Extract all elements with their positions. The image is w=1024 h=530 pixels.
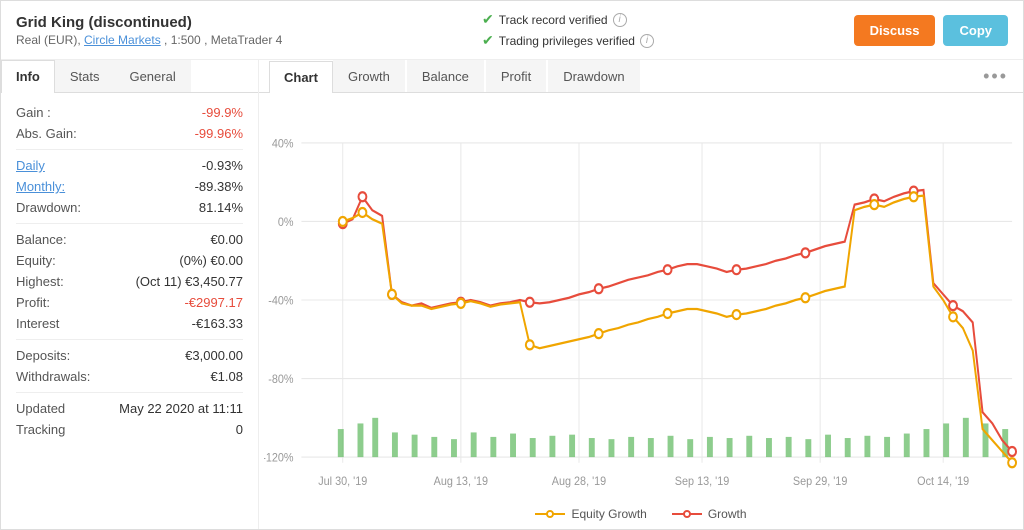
trading-privileges-info-icon[interactable]: i <box>640 34 654 48</box>
svg-text:Aug 28, '19: Aug 28, '19 <box>552 475 606 489</box>
svg-text:Sep 13, '19: Sep 13, '19 <box>675 475 729 489</box>
legend-growth: Growth <box>672 507 747 521</box>
track-record-verified: Track record verified <box>499 13 608 27</box>
deposits-label: Deposits: <box>16 348 70 363</box>
tab-info[interactable]: Info <box>1 60 55 93</box>
drawdown-label: Drawdown: <box>16 200 81 215</box>
monthly-link[interactable]: Monthly: <box>16 179 65 194</box>
tab-general[interactable]: General <box>114 60 190 92</box>
gain-label: Gain : <box>16 105 51 120</box>
chart-tab-balance[interactable]: Balance <box>407 60 484 92</box>
track-record-info-icon[interactable]: i <box>613 13 627 27</box>
legend-growth-label: Growth <box>708 507 747 521</box>
trading-privileges-check-icon: ✔ <box>482 32 494 49</box>
tracking-label: Tracking <box>16 422 65 437</box>
daily-value: -0.93% <box>202 158 243 173</box>
equity-label: Equity: <box>16 253 56 268</box>
svg-text:-40%: -40% <box>268 294 293 308</box>
chart-tab-drawdown[interactable]: Drawdown <box>548 60 639 92</box>
legend-equity-label: Equity Growth <box>571 507 646 521</box>
daily-link[interactable]: Daily <box>16 158 45 173</box>
tracking-value: 0 <box>236 422 243 437</box>
svg-text:0%: 0% <box>278 215 294 229</box>
svg-text:Aug 13, '19: Aug 13, '19 <box>434 475 488 489</box>
gain-value: -99.9% <box>202 105 243 120</box>
copy-button[interactable]: Copy <box>943 15 1008 46</box>
svg-text:Oct 14, '19: Oct 14, '19 <box>917 475 969 489</box>
monthly-value: -89.38% <box>195 179 243 194</box>
discuss-button[interactable]: Discuss <box>854 15 936 46</box>
chart-tab-profit[interactable]: Profit <box>486 60 546 92</box>
abs-gain-label: Abs. Gain: <box>16 126 77 141</box>
balance-label: Balance: <box>16 232 67 247</box>
balance-value: €0.00 <box>210 232 243 247</box>
chart-tab-chart[interactable]: Chart <box>269 61 333 93</box>
svg-text:40%: 40% <box>272 137 294 151</box>
chart-tab-growth[interactable]: Growth <box>333 60 405 92</box>
interest-label: Interest <box>16 316 59 331</box>
tab-stats[interactable]: Stats <box>55 60 115 92</box>
trading-privileges-verified: Trading privileges verified <box>499 34 635 48</box>
track-record-check-icon: ✔ <box>482 11 494 28</box>
interest-value: -€163.33 <box>192 316 243 331</box>
daily-label: Daily <box>16 158 45 173</box>
chart-area: .axis-label { font-family: Arial, sans-s… <box>259 93 1023 502</box>
subtitle: Real (EUR), Circle Markets , 1:500 , Met… <box>16 33 282 47</box>
svg-text:-120%: -120% <box>264 451 294 465</box>
svg-text:Jul 30, '19: Jul 30, '19 <box>318 475 367 489</box>
legend-equity: Equity Growth <box>535 507 646 521</box>
highest-label: Highest: <box>16 274 64 289</box>
equity-value: (0%) €0.00 <box>179 253 243 268</box>
withdrawals-value: €1.08 <box>210 369 243 384</box>
page-title: Grid King (discontinued) <box>16 14 282 31</box>
circle-markets-link[interactable]: Circle Markets <box>84 33 161 47</box>
withdrawals-label: Withdrawals: <box>16 369 90 384</box>
updated-label: Updated <box>16 401 65 416</box>
profit-value: -€2997.17 <box>184 295 243 310</box>
svg-text:-80%: -80% <box>268 372 293 386</box>
monthly-label: Monthly: <box>16 179 65 194</box>
updated-value: May 22 2020 at 11:11 <box>119 401 243 416</box>
chart-legend: Equity Growth Growth <box>259 502 1023 529</box>
drawdown-value: 81.14% <box>199 200 243 215</box>
abs-gain-value: -99.96% <box>195 126 243 141</box>
deposits-value: €3,000.00 <box>185 348 243 363</box>
chart-svg: .axis-label { font-family: Arial, sans-s… <box>264 98 1018 502</box>
chart-more-icon[interactable]: ••• <box>978 66 1013 87</box>
svg-text:Sep 29, '19: Sep 29, '19 <box>793 475 847 489</box>
profit-label: Profit: <box>16 295 50 310</box>
highest-value: (Oct 11) €3,450.77 <box>136 274 243 289</box>
